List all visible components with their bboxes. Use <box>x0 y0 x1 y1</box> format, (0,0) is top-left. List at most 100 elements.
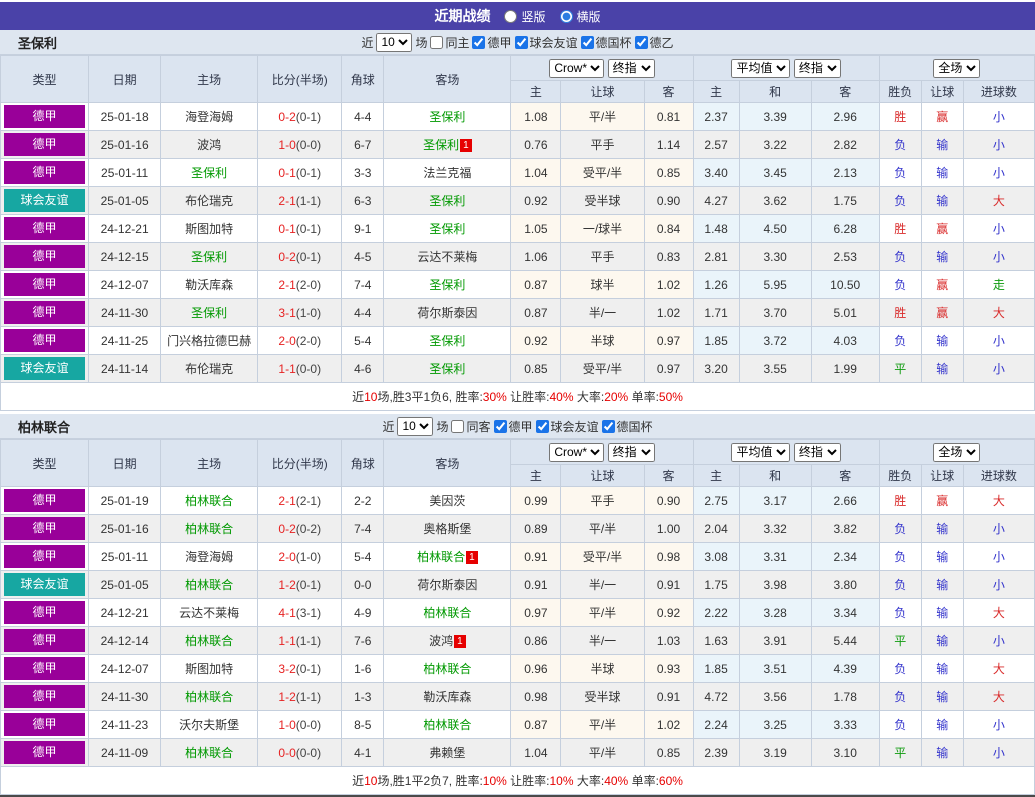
odds-book-select[interactable]: Crow* <box>549 442 605 462</box>
score-cell: 2-1(2-1) <box>257 486 343 515</box>
league-filter-checkbox[interactable]: 德乙 <box>634 34 674 51</box>
subheader-cell: 胜负 <box>878 464 922 487</box>
away-team-name: 荷尔斯泰因 <box>417 578 478 592</box>
away-team: 荷尔斯泰因 <box>383 298 512 327</box>
odds-final-select[interactable]: 终指 <box>607 442 655 462</box>
match-row: 德甲 24-11-30 圣保利 3-1(1-0) 4-4 荷尔斯泰因 0.87 半/一 1.02… <box>0 298 1035 327</box>
away-team-name: 波鸿 <box>429 634 454 648</box>
league-filter-checkbox[interactable]: 德甲 <box>472 34 512 51</box>
home-team-name: 柏林联合 <box>185 746 234 760</box>
outcome-handicap: 输 <box>920 626 964 655</box>
odds-book-select[interactable]: Crow* <box>549 58 605 78</box>
away-team: 波鸿 1 <box>383 626 512 655</box>
league-filter-input[interactable] <box>472 35 486 49</box>
handicap-line: 平/半 <box>560 598 645 627</box>
league-badge: 德甲 <box>4 105 86 128</box>
euro-odds-away: 6.28 <box>810 214 880 243</box>
avg-final-select[interactable]: 终指 <box>793 442 841 462</box>
league-filter-checkbox[interactable]: 德国杯 <box>601 418 653 435</box>
score-cell: 2-1(1-1) <box>257 186 343 215</box>
scope-select[interactable]: 全场 <box>933 58 981 78</box>
league-filter-label: 德国杯 <box>595 35 632 50</box>
avg-final-select[interactable]: 终指 <box>793 58 841 78</box>
fulltime-score: 0-2 <box>278 249 296 264</box>
league-filter-checkbox[interactable]: 德甲 <box>493 418 533 435</box>
odds-final-select[interactable]: 终指 <box>607 58 655 78</box>
halftime-score: (0-1) <box>295 577 322 592</box>
fulltime-score: 1-1 <box>278 361 296 376</box>
layout-radio-vertical[interactable]: 竖版 <box>504 8 546 25</box>
layout-radio-horizontal[interactable]: 横版 <box>559 8 601 25</box>
score-cell: 4-1(3-1) <box>257 598 343 627</box>
games-count-select[interactable]: 10 <box>376 32 413 52</box>
home-team-name: 海登海姆 <box>185 110 234 124</box>
euro-odds-away: 3.33 <box>810 710 880 739</box>
outcome-winloss: 负 <box>878 682 922 711</box>
subheader-cell: 客 <box>643 80 694 103</box>
league-filter-input[interactable] <box>580 35 594 49</box>
handicap-line: 受半球 <box>560 682 645 711</box>
league-badge: 球会友谊 <box>4 189 86 212</box>
league-cell: 德甲 <box>0 298 90 327</box>
scope-select[interactable]: 全场 <box>933 442 981 462</box>
euro-odds-away: 5.44 <box>810 626 880 655</box>
away-team-name: 柏林联合 <box>417 550 466 564</box>
same-venue-checkbox[interactable]: 同主 <box>430 34 469 51</box>
score-cell: 1-1(0-0) <box>257 354 343 383</box>
outcome-handicap: 输 <box>920 738 964 767</box>
league-filter-input[interactable] <box>493 419 507 433</box>
summary-row: 近10场,胜3平1负6, 胜率:30% 让胜率:40% 大率:20% 单率:50… <box>0 382 1035 411</box>
handicap-line: 平/半 <box>560 514 645 543</box>
subheader-cell: 让球 <box>560 80 645 103</box>
league-cell: 德甲 <box>0 542 90 571</box>
vertical-radio-input[interactable] <box>504 9 518 23</box>
handicap-line: 球半 <box>560 270 645 299</box>
asian-odds-home: 0.87 <box>510 270 562 299</box>
league-filter-checkbox[interactable]: 德国杯 <box>580 34 632 51</box>
euro-odds-away: 1.75 <box>810 186 880 215</box>
match-date: 24-12-15 <box>88 242 162 271</box>
league-badge: 德甲 <box>4 685 86 708</box>
header-4: 角球 <box>341 55 385 103</box>
avg-select[interactable]: 平均值 <box>731 442 791 462</box>
league-filter-checkbox[interactable]: 球会友谊 <box>535 418 599 435</box>
euro-odds-draw: 3.56 <box>738 682 812 711</box>
league-cell: 德甲 <box>0 242 90 271</box>
same-venue-checkbox[interactable]: 同客 <box>451 418 491 435</box>
halftime-score: (0-0) <box>295 745 322 760</box>
outcome-handicap: 赢 <box>920 214 964 243</box>
halftime-score: (1-1) <box>295 193 322 208</box>
same-venue-input[interactable] <box>430 35 444 49</box>
fulltime-score: 2-1 <box>278 493 296 508</box>
outcome-handicap: 赢 <box>920 298 964 327</box>
score-cell: 1-1(1-1) <box>257 626 343 655</box>
subheader-cell: 主 <box>510 464 562 487</box>
league-badge: 球会友谊 <box>4 573 86 596</box>
league-filter-input[interactable] <box>634 35 648 49</box>
header-5: 客场 <box>383 55 512 103</box>
euro-odds-home: 3.08 <box>692 542 740 571</box>
halftime-score: (0-0) <box>295 137 322 152</box>
halftime-score: (2-0) <box>295 333 322 348</box>
outcome-handicap: 输 <box>920 654 964 683</box>
away-team: 法兰克福 <box>383 158 512 187</box>
fulltime-score: 2-0 <box>278 333 296 348</box>
euro-odds-draw: 3.30 <box>738 242 812 271</box>
same-venue-input[interactable] <box>451 419 465 433</box>
team-name: 圣保利 <box>18 35 58 51</box>
euro-odds-draw: 3.28 <box>738 598 812 627</box>
avg-select[interactable]: 平均值 <box>731 58 791 78</box>
euro-odds-home: 1.75 <box>692 570 740 599</box>
summary-segment: 让胜率: <box>506 390 550 404</box>
horizontal-radio-input[interactable] <box>559 9 573 23</box>
league-cell: 德甲 <box>0 486 90 515</box>
league-cell: 德甲 <box>0 326 90 355</box>
games-count-select[interactable]: 10 <box>397 416 434 436</box>
odds-select-group: Crow* 终指 <box>510 55 694 81</box>
league-filter-input[interactable] <box>514 35 528 49</box>
league-filter-input[interactable] <box>535 419 549 433</box>
euro-odds-draw: 3.98 <box>738 570 812 599</box>
league-filter-input[interactable] <box>601 419 615 433</box>
league-filter-checkbox[interactable]: 球会友谊 <box>514 34 578 51</box>
summary-segment: 场,胜3平1负6, 胜率: <box>377 390 483 404</box>
